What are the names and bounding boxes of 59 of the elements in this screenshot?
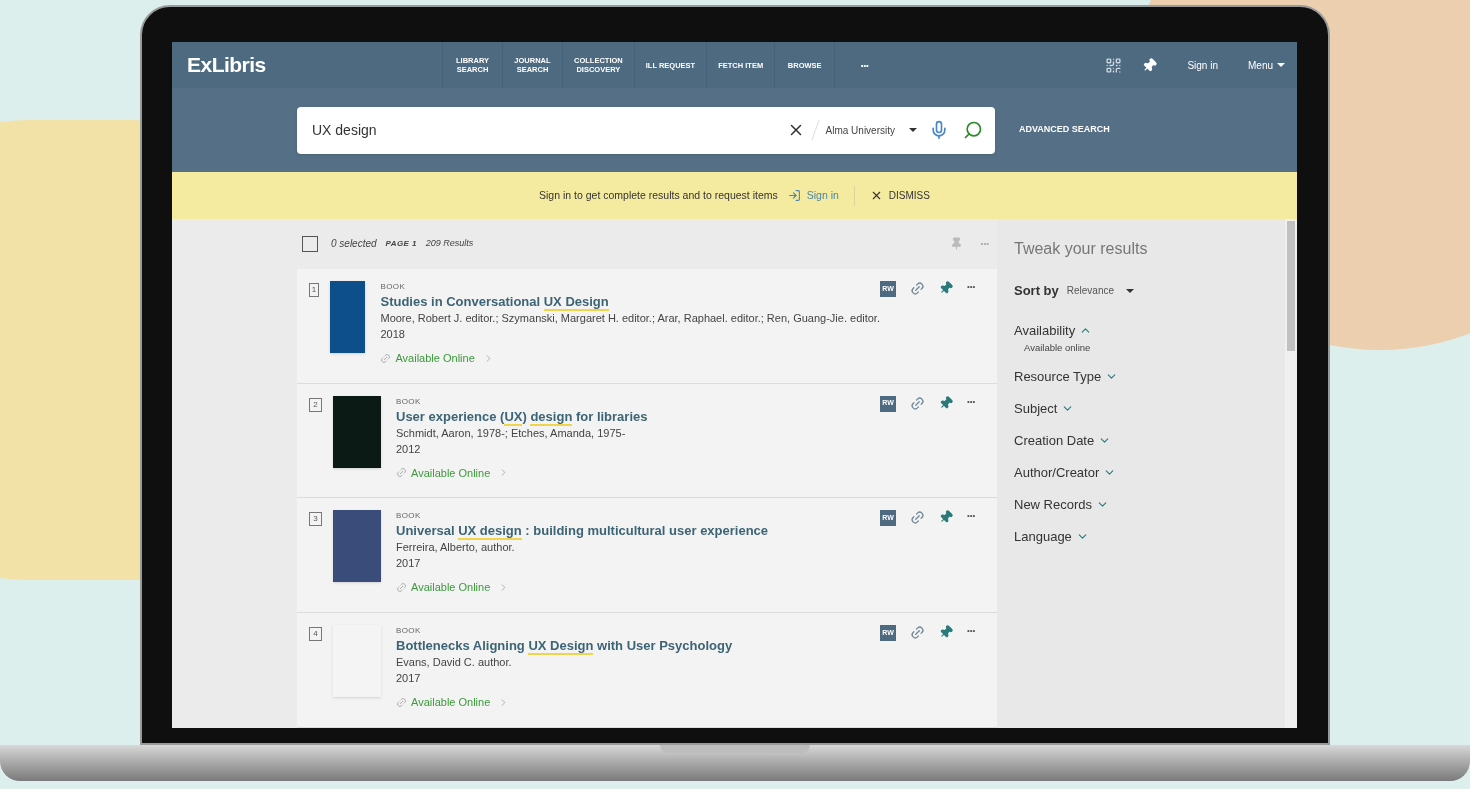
search-field[interactable]: UX design Alma University — [297, 106, 995, 154]
facet-option[interactable]: Available online — [1024, 340, 1285, 355]
more-actions[interactable]: ••• — [967, 395, 981, 408]
facet-toggle[interactable]: Creation Date — [1014, 424, 1112, 457]
page-label: PAGE 1 — [385, 237, 417, 250]
availability-link[interactable]: Available Online — [396, 694, 880, 711]
facet-toggle[interactable]: Resource Type — [1014, 360, 1119, 393]
resource-type: BOOK — [380, 280, 407, 293]
resource-type: BOOK — [396, 625, 422, 638]
authors: Moore, Robert J. editor.; Szymanski, Margaret H. editor.; Arar, Raphael. editor.; Ren, Guang-Jie. editor. — [380, 310, 880, 326]
select-all-checkbox[interactable] — [302, 235, 318, 252]
scope-dropdown[interactable]: Alma University — [825, 122, 917, 138]
resource-type: BOOK — [396, 510, 422, 523]
result-title[interactable]: Universal UX design : building multicultural user experience — [396, 522, 880, 540]
more-actions[interactable]: ••• — [967, 280, 981, 293]
year: 2017 — [396, 671, 422, 687]
sign-in-icon — [787, 189, 801, 202]
facet-toggle[interactable]: Language — [1014, 520, 1089, 553]
year: 2018 — [380, 326, 406, 342]
banner-message: Sign in to get complete results and to request items — [539, 187, 778, 203]
search-icon[interactable] — [963, 120, 983, 140]
caret-icon — [1277, 63, 1285, 67]
menu-button[interactable]: Menu — [1248, 57, 1285, 73]
resource-type: BOOK — [396, 395, 422, 408]
result-number: 1 — [309, 282, 320, 297]
caret-icon — [909, 128, 917, 132]
advanced-search-link[interactable]: ADVANCED SEARCH — [1019, 123, 1110, 137]
search-query: UX design — [312, 120, 378, 140]
result-title[interactable]: Bottlenecks Aligning UX Design with User Psychology — [396, 637, 880, 655]
banner-sign-in-link[interactable]: Sign in — [787, 187, 839, 204]
result-title[interactable]: User experience (UX) design for libraries — [396, 407, 880, 425]
result-number: 2 — [309, 397, 322, 412]
authors: Schmidt, Aaron, 1978-; Etches, Amanda, 1975- — [396, 425, 627, 441]
availability-link[interactable]: Available Online — [396, 579, 880, 596]
sidebar-title: Tweak your results — [1014, 239, 1149, 259]
result-number: 3 — [309, 512, 322, 527]
authors: Ferreira, Alberto, author. — [396, 540, 516, 556]
selected-count: 0 selected — [331, 237, 377, 252]
year: 2017 — [396, 556, 422, 572]
authors: Evans, David C. author. — [396, 655, 513, 671]
sign-in-link[interactable]: Sign in — [1187, 57, 1218, 73]
more-actions[interactable]: ••• — [967, 510, 981, 523]
sort-label: Sort by — [1014, 282, 1059, 300]
qr-code-icon[interactable] — [1105, 56, 1123, 74]
sort-dropdown[interactable]: Relevance — [1066, 283, 1135, 299]
caret-icon — [1126, 288, 1135, 293]
result-title[interactable]: Studies in Conversational UX Design — [380, 292, 880, 310]
logo[interactable]: ExLibris — [187, 49, 442, 81]
facet-toggle[interactable]: New Records — [1014, 488, 1110, 521]
facet-toggle[interactable]: Subject — [1014, 392, 1075, 425]
year: 2012 — [396, 441, 422, 457]
availability-link[interactable]: Available Online — [396, 464, 880, 482]
availability-link[interactable]: Available Online — [380, 349, 880, 367]
dismiss-button[interactable]: DISMISS — [869, 188, 930, 203]
facet-toggle[interactable]: Author/Creator — [1014, 456, 1117, 489]
results-count: 209 Results — [425, 237, 474, 251]
microphone-icon[interactable] — [929, 120, 949, 140]
result-number: 4 — [309, 627, 322, 642]
more-actions[interactable]: ••• — [967, 625, 981, 638]
